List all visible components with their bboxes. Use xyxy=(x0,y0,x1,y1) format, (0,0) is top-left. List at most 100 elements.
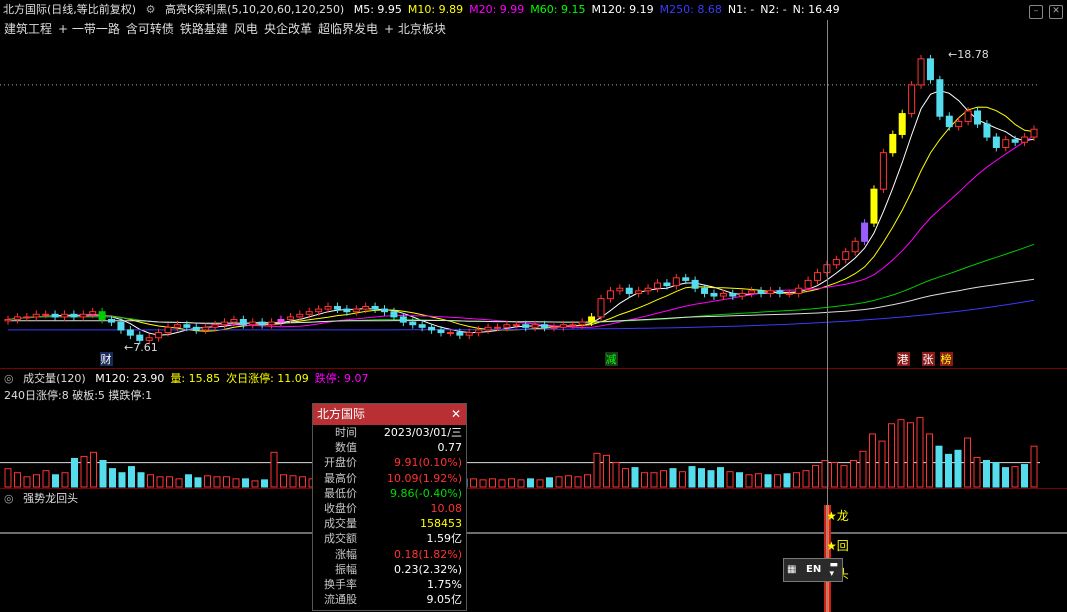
candle-body xyxy=(738,292,746,297)
candle-body xyxy=(428,326,436,331)
info-value: 0.77 xyxy=(437,441,463,455)
panel-divider xyxy=(0,368,1067,369)
info-row: 成交量 158453 xyxy=(313,516,466,531)
indicator-name[interactable]: 高亮K探利黑(5,10,20,60,120,250) xyxy=(165,3,344,16)
quote-info-panel[interactable]: 北方国际 ✕ 时间 2023/03/01/三 数值 0.77 开盘价 9.91(0.10%)… xyxy=(312,403,467,611)
ma-legend: M5: 9.95 M10: 9.89 M20: 9.99 M60: 9.15 M120:… xyxy=(354,3,846,16)
candle-body xyxy=(286,316,294,321)
concept-tag[interactable]: 央企改革 xyxy=(264,22,312,36)
panel-divider xyxy=(0,488,1067,489)
ma-legend-item: M10: 9.89 xyxy=(407,3,464,16)
candle-body xyxy=(79,313,87,318)
candle-body xyxy=(588,316,596,323)
candle-body xyxy=(51,313,59,318)
close-icon[interactable]: ✕ xyxy=(1049,5,1063,19)
indicator3-title[interactable]: 强势龙回头 xyxy=(23,492,78,505)
volume-bar xyxy=(688,466,696,488)
info-value: 0.23(2.32%) xyxy=(393,562,462,576)
volume-bar xyxy=(622,468,629,488)
ma-legend-item: M250: 8.68 xyxy=(659,3,722,16)
volume-bar xyxy=(935,445,943,488)
volume-bar xyxy=(565,475,572,488)
concept-tag[interactable]: 铁路基建 xyxy=(180,22,228,36)
volume-bar xyxy=(517,479,525,488)
ma-legend-item: M120: 9.19 xyxy=(591,3,654,16)
info-label: 成交额 xyxy=(324,532,357,546)
candle-body xyxy=(155,332,163,339)
volume-bar xyxy=(289,475,297,488)
candle-body xyxy=(522,324,530,328)
volume-bar xyxy=(783,473,791,488)
circle-icon[interactable]: ◎ xyxy=(4,492,14,505)
settings-icon[interactable]: ⚙ xyxy=(146,3,156,16)
info-label: 收盘价 xyxy=(324,501,357,515)
concept-tag[interactable]: + 一带一路 xyxy=(58,22,120,36)
ma-line xyxy=(7,243,1035,324)
volume-bar xyxy=(878,440,886,488)
volume-bar xyxy=(498,479,506,488)
candle-body xyxy=(475,329,483,334)
volume-bar xyxy=(945,453,952,488)
volume-bar xyxy=(907,422,914,488)
candle-body xyxy=(70,313,78,318)
candle-body xyxy=(89,311,97,315)
volume-bar xyxy=(299,476,306,488)
volume-bar xyxy=(14,472,21,488)
candle-body xyxy=(616,287,624,292)
stock-title[interactable]: 北方国际(日线,等比前复权) xyxy=(3,3,136,16)
concept-tag[interactable]: + 北京板块 xyxy=(384,22,446,36)
concept-tag[interactable]: 含可转债 xyxy=(126,22,174,36)
minimize-icon[interactable]: – xyxy=(1029,5,1043,19)
close-icon[interactable]: ✕ xyxy=(451,404,461,425)
info-label: 最低价 xyxy=(324,486,357,500)
ime-toolbar[interactable]: ▦ EN ▬ ▾ xyxy=(783,558,843,582)
volume-bar xyxy=(764,474,772,488)
volume-bar xyxy=(536,479,544,488)
concept-tag[interactable]: 风电 xyxy=(234,22,258,36)
candle-body xyxy=(258,321,266,326)
candle-body xyxy=(635,290,643,294)
price-chart[interactable]: ←18.78 ←7.61 财 减 港 张榜 xyxy=(0,38,1040,368)
info-value: 9.86(-0.40%) xyxy=(390,486,462,500)
candle-body xyxy=(757,290,765,294)
candle-body xyxy=(1011,139,1019,143)
ma-legend-item: N2: - xyxy=(760,3,787,16)
volume-bar xyxy=(584,474,591,488)
ime-mode-label[interactable]: EN xyxy=(806,564,821,575)
indicator3-chart[interactable]: ★龙★回★头 xyxy=(0,505,1067,612)
candle-body xyxy=(992,136,1000,148)
volume-bar xyxy=(204,475,211,488)
volume-bar xyxy=(831,462,838,488)
candle-body xyxy=(1021,136,1029,143)
info-value: 0.18(1.82%) xyxy=(393,547,462,561)
info-value: 1.75% xyxy=(427,577,462,591)
ime-menu-icon[interactable]: ▬ ▾ xyxy=(829,561,838,579)
volume-bar xyxy=(755,473,762,488)
info-value: 2023/03/01/三 xyxy=(383,426,462,439)
candle-body xyxy=(343,308,351,313)
volume-bar xyxy=(546,477,553,488)
signal-label: ★回 xyxy=(826,539,849,553)
info-value: 9.05亿 xyxy=(426,593,463,607)
circle-icon[interactable]: ◎ xyxy=(4,372,14,385)
volume-bar xyxy=(669,468,677,488)
candle-body xyxy=(814,272,822,281)
candle-body xyxy=(239,319,247,326)
concept-tag[interactable]: 建筑工程 xyxy=(4,22,52,36)
volume-bar xyxy=(593,452,601,488)
volume-bar xyxy=(156,476,164,488)
candle-body xyxy=(653,282,661,289)
volume-chart[interactable] xyxy=(0,385,1040,488)
candle-body xyxy=(249,321,257,326)
event-mark: 减 xyxy=(606,353,617,366)
candle-body xyxy=(926,58,934,81)
keyboard-icon[interactable]: ▦ xyxy=(787,564,796,575)
candle-body xyxy=(861,222,869,242)
concept-tag[interactable]: 超临界发电 xyxy=(318,22,378,36)
candle-body xyxy=(945,115,953,128)
signal-label: ★龙 xyxy=(826,509,849,523)
candle-body xyxy=(220,321,228,326)
volume-title[interactable]: 成交量(120) xyxy=(23,372,86,385)
candle-body xyxy=(748,290,756,294)
volume-bar xyxy=(194,477,202,488)
